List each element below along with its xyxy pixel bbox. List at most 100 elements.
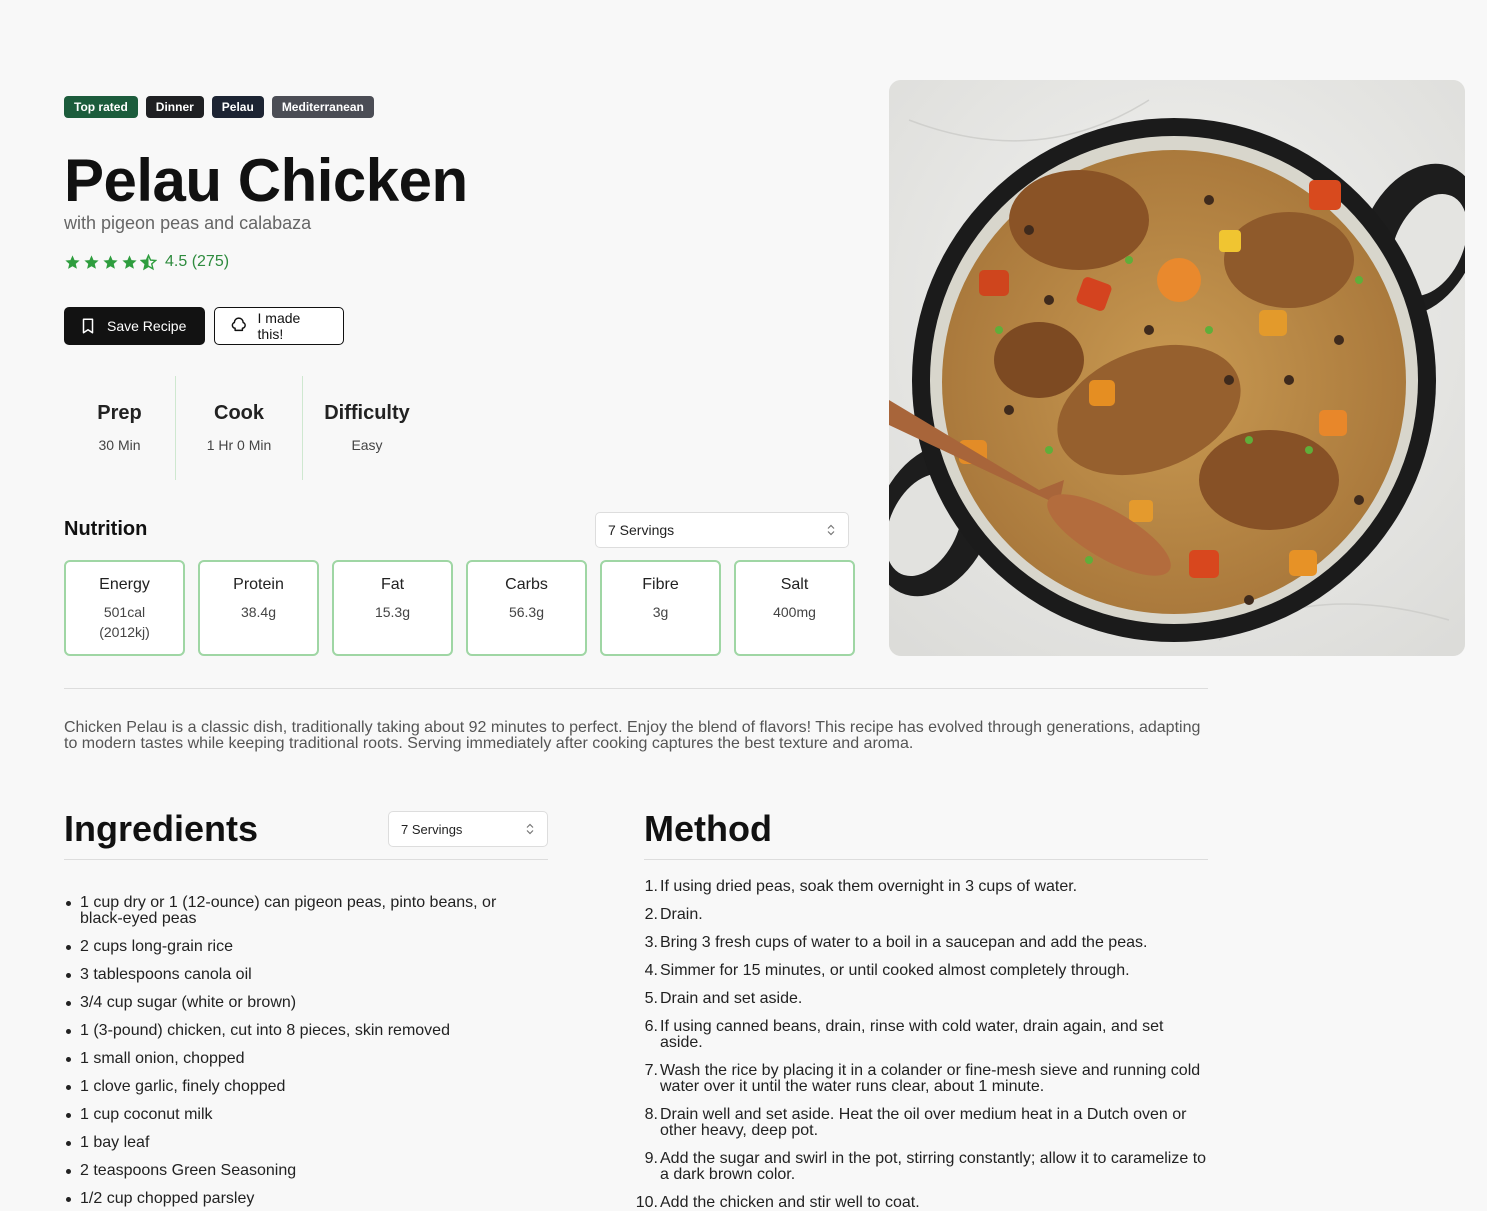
ingredient-item: 2 teaspoons Green Seasoning [66,1163,520,1179]
protein-value: 38.4g [240,604,277,620]
step-text: Drain. [660,906,703,923]
ingredient-item: 1 (3-pound) chicken, cut into 8 pieces, … [66,1023,520,1039]
ingredient-item: 1 small onion, chopped [66,1051,520,1067]
save-recipe-label: Save Recipe [107,318,187,334]
step-text: If using canned beans, drain, rinse with… [660,1018,1164,1051]
nutrition-card-salt: Salt 400mg [734,560,855,656]
method-step: 9. Add the sugar and swirl in the pot, st… [645,1150,1208,1183]
method-step: 5. Drain and set aside. [645,990,1208,1007]
method-step: 3. Bring 3 fresh cups of water to a boil … [645,934,1208,951]
carbs-value: 56.3g [508,604,545,620]
cook-label: Cook [214,402,264,424]
ingredient-item: 3/4 cup sugar (white or brown) [66,995,520,1011]
step-text: Bring 3 fresh cups of water to a boil in… [660,934,1148,951]
step-text: Add the sugar and swirl in the pot, stir… [660,1150,1207,1183]
bookmark-icon [82,318,94,334]
tag-top-rated[interactable]: Top rated [64,96,138,118]
carbs-label: Carbs [505,576,548,593]
ingredients-servings-select[interactable]: 7 Servings [388,811,548,847]
nutrition-servings-select[interactable]: 7 Servings [595,512,849,548]
energy-value: 501cal (2012kj) [99,604,150,640]
cook-value: 1 Hr 0 Min [206,437,272,453]
method-step: 2. Drain. [645,906,1208,923]
ingredient-item: 1 cup coconut milk [66,1107,520,1123]
recipe-description: Chicken Pelau is a classic dish, traditi… [64,719,1201,752]
method-rule [644,859,1208,860]
recipe-hero-image [889,80,1465,656]
step-text: If using dried peas, soak them overnight… [660,878,1078,895]
method-list: 1. If using dried peas, soak them overnig… [636,878,1208,1211]
time-info: Prep 30 Min Cook 1 Hr 0 Min Difficulty E… [64,376,431,480]
difficulty-label: Difficulty [324,402,410,424]
salt-value: 400mg [773,604,816,620]
chef-hat-icon [231,317,246,332]
step-text: Add the chicken and stir well to coat. [660,1194,920,1211]
protein-label: Protein [233,576,284,593]
step-number: 4. [644,962,658,979]
method-step: 4. Simmer for 15 minutes, or until cooked… [645,962,1208,979]
method-step: 8. Drain well and set aside. Heat the oil… [645,1106,1208,1139]
ingredient-item: 1 cup dry or 1 (12-ounce) can pigeon pea… [66,895,520,927]
method-step: 6. If using canned beans, drain, rinse wi… [645,1018,1208,1051]
step-text: Simmer for 15 minutes, or until cooked a… [660,962,1130,979]
step-number: 6. [644,1018,658,1035]
salt-label: Salt [780,576,809,593]
save-recipe-button[interactable]: Save Recipe [64,307,205,345]
nutrition-servings-value: 7 Servings [608,522,675,538]
nutrition-card-fibre: Fibre 3g [600,560,721,656]
nutrition-card-protein: Protein 38.4g [198,560,319,656]
rating-text: 4.5 (275) [165,253,230,270]
tag-pelau[interactable]: Pelau [211,96,264,118]
ingredients-title: Ingredients [64,808,259,849]
difficulty-value: Easy [351,437,383,453]
i-made-this-label: I made this! [257,310,301,342]
prep-value: 30 Min [98,437,141,453]
step-number: 7. [644,1062,658,1079]
star-icon [84,254,99,269]
step-text: Drain well and set aside. Heat the oil o… [660,1106,1187,1139]
energy-label: Energy [99,576,150,593]
nutrition-card-energy: Energy 501cal (2012kj) [64,560,185,656]
chevron-up-down-icon [827,524,835,536]
difficulty: Difficulty Easy [303,376,431,480]
ingredient-item: 1/2 cup chopped parsley [66,1191,520,1207]
ingredient-item: 1 clove garlic, finely chopped [66,1079,520,1095]
fat-label: Fat [380,576,405,593]
step-number: 5. [644,990,658,1007]
step-text: Wash the rice by placing it in a colande… [660,1062,1201,1095]
tag-mediterranean[interactable]: Mediterranean [271,96,374,118]
tag-dinner[interactable]: Dinner [145,96,204,118]
step-number: 2. [644,906,658,923]
method-title: Method [644,808,772,849]
step-number: 9. [644,1150,658,1167]
ingredient-item: 3 tablespoons canola oil [66,967,520,983]
recipe-subtitle: with pigeon peas and calabaza [64,213,312,233]
step-text: Drain and set aside. [660,990,803,1007]
star-icon [103,254,118,269]
i-made-this-button[interactable]: I made this! [214,307,344,345]
prep-time: Prep 30 Min [64,376,176,480]
nutrition-cards: Energy 501cal (2012kj) Protein 38.4g Fat… [64,560,855,656]
nutrition-card-carbs: Carbs 56.3g [466,560,587,656]
recipe-title: Pelau Chicken [64,147,468,214]
nutrition-title: Nutrition [64,518,148,540]
method-step: 7. Wash the rice by placing it in a colan… [645,1062,1208,1095]
step-number: 3. [644,934,658,951]
step-number: 10. [635,1194,658,1211]
chevron-up-down-icon [526,823,534,835]
cook-time: Cook 1 Hr 0 Min [176,376,303,480]
fat-value: 15.3g [374,604,411,620]
step-number: 1. [644,878,658,895]
step-number: 8. [644,1106,658,1123]
half-star-icon [140,253,157,270]
star-icon [122,254,137,269]
method-step: 1. If using dried peas, soak them overnig… [645,878,1208,895]
fibre-value: 3g [652,604,669,620]
ingredients-servings-value: 7 Servings [401,821,463,837]
ingredients-list: 1 cup dry or 1 (12-ounce) can pigeon pea… [66,895,520,1211]
fibre-label: Fibre [642,576,679,593]
tag-list: Top rated Dinner Pelau Mediterranean [64,96,374,118]
ingredient-item: 1 bay leaf [66,1135,520,1151]
method-step: 10. Add the chicken and stir well to coat… [636,1194,1208,1211]
nutrition-card-fat: Fat 15.3g [332,560,453,656]
